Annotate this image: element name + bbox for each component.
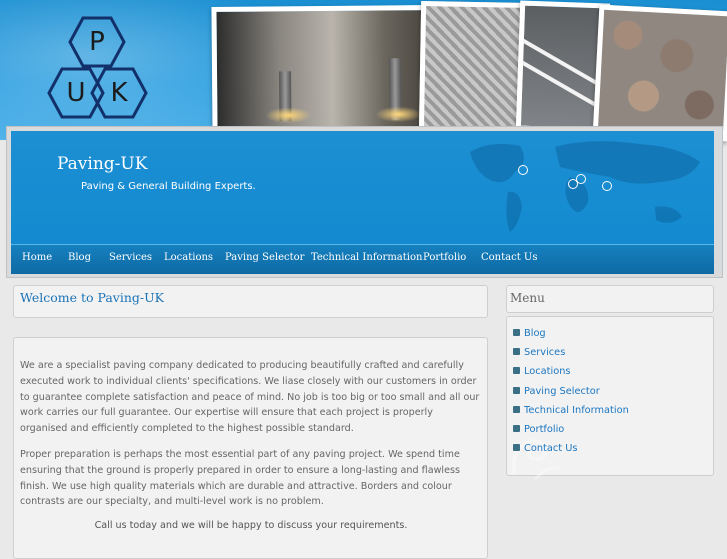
sidebar-item-label: Contact Us	[524, 443, 578, 454]
sidebar-item-label: Technical Information	[524, 405, 629, 416]
sidebar-item-blog[interactable]: Blog	[513, 328, 546, 339]
sidebar-item-label: Blog	[524, 328, 546, 339]
square-bullet-icon	[513, 367, 520, 374]
map-marker	[576, 174, 586, 184]
sidebar-item-label: Paving Selector	[524, 386, 600, 397]
nav-blog[interactable]: Blog	[68, 252, 91, 263]
nav-paving-selector[interactable]: Paving Selector	[225, 252, 304, 263]
photo-cobblestones	[418, 1, 532, 139]
nav-locations[interactable]: Locations	[164, 252, 213, 263]
nav-services[interactable]: Services	[109, 252, 152, 263]
sidebar-item-label: Locations	[524, 366, 571, 377]
square-bullet-icon	[513, 348, 520, 355]
nav-portfolio[interactable]: Portfolio	[423, 252, 466, 263]
nav-technical-information[interactable]: Technical Information	[311, 252, 422, 263]
logo-letter-p: P	[89, 27, 105, 57]
map-marker	[602, 181, 612, 191]
intro-paragraph: We are a specialist paving company dedic…	[20, 360, 480, 435]
sidebar-item-label: Services	[524, 347, 566, 358]
map-marker	[518, 165, 528, 175]
preparation-paragraph: Proper preparation is perhaps the most e…	[20, 449, 460, 508]
square-bullet-icon	[513, 406, 520, 413]
call-to-action: Call us today and we will be happy to di…	[94, 520, 408, 531]
square-bullet-icon	[513, 425, 520, 432]
site-title[interactable]: Paving-UK	[57, 154, 147, 174]
logo-hex-k: K	[90, 67, 148, 119]
sidebar-item-locations[interactable]: Locations	[513, 366, 571, 377]
square-bullet-icon	[513, 444, 520, 451]
nav-home[interactable]: Home	[22, 252, 52, 263]
sidebar-item-services[interactable]: Services	[513, 347, 565, 358]
photo-lit-bollards	[211, 5, 433, 135]
logo-letter-k: K	[110, 78, 128, 108]
photo-stone-paving	[592, 4, 727, 142]
nav-contact-us[interactable]: Contact Us	[481, 252, 537, 263]
page-title: Welcome to Paving-UK	[20, 290, 165, 305]
square-bullet-icon	[513, 387, 520, 394]
sidebar-item-paving-selector[interactable]: Paving Selector	[513, 386, 600, 397]
sidebar-item-label: Portfolio	[524, 424, 565, 435]
main-nav: Home Blog Services Locations Paving Sele…	[11, 244, 714, 274]
logo-hex-p: P	[68, 16, 126, 68]
sidebar-title: Menu	[510, 291, 545, 305]
world-map-graphic	[470, 141, 700, 232]
square-bullet-icon	[513, 329, 520, 336]
sidebar-item-portfolio[interactable]: Portfolio	[513, 424, 564, 435]
site-tagline: Paving & General Building Experts.	[81, 181, 256, 192]
sidebar-item-contact-us[interactable]: Contact Us	[513, 443, 578, 454]
sidebar-item-technical-information[interactable]: Technical Information	[513, 405, 629, 416]
